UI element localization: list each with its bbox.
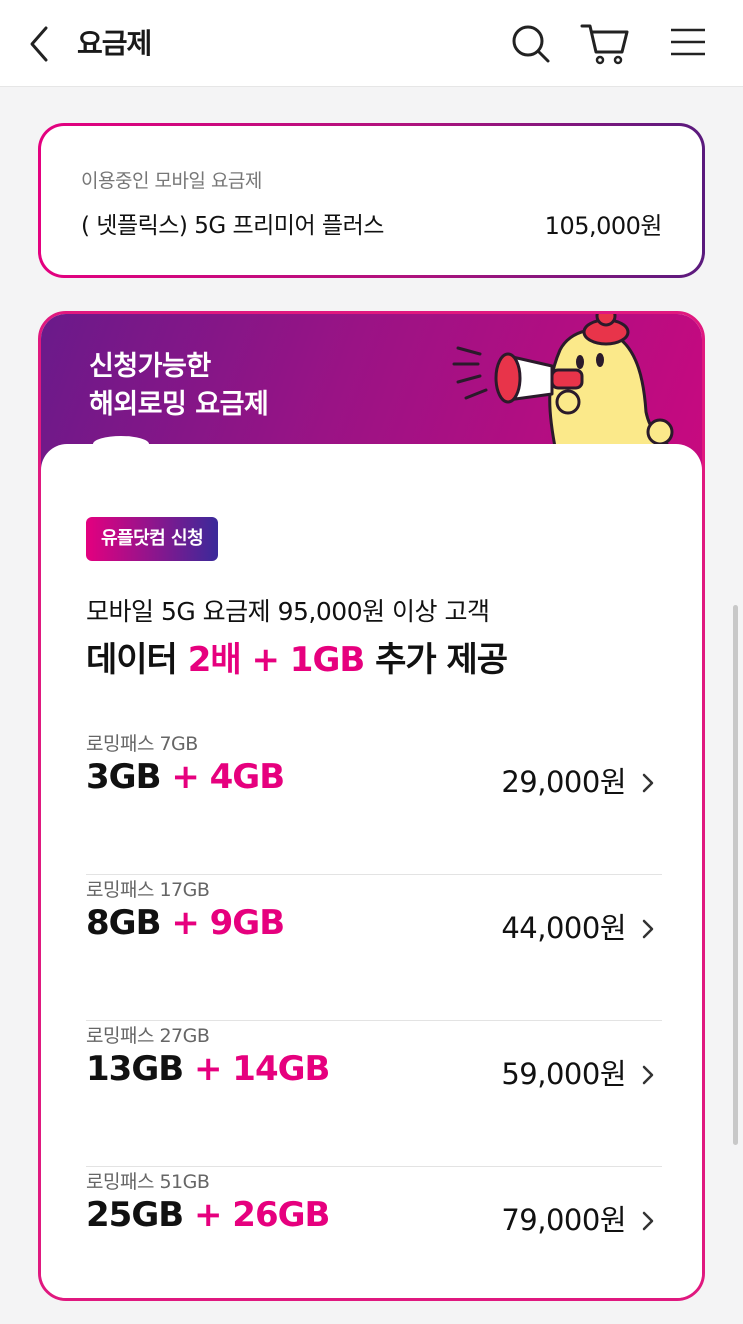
roaming-plan-row[interactable]: 로밍패스 27GB 13GB + 14GB 59,000원 [86, 1021, 662, 1167]
plan-name: 로밍패스 7GB [86, 733, 198, 755]
plan-data-amount: 8GB + 9GB [86, 903, 285, 943]
chevron-right-icon [642, 1211, 654, 1231]
plan-base-data: 13GB [86, 1049, 184, 1089]
plan-data-amount: 13GB + 14GB [86, 1049, 330, 1089]
plan-name: 로밍패스 17GB [86, 879, 210, 901]
plan-data-amount: 3GB + 4GB [86, 757, 285, 797]
promo-headline-highlight: 2배 + 1GB [187, 640, 366, 680]
promo-condition: 모바일 5G 요금제 95,000원 이상 고객 [86, 597, 490, 626]
current-plan-name: ( 넷플릭스) 5G 프리미어 플러스 [81, 213, 384, 239]
content-notch [93, 436, 149, 452]
plan-bonus-data: + 9GB [171, 903, 285, 943]
menu-icon [671, 28, 705, 56]
search-button[interactable] [506, 18, 556, 68]
mascot-megaphone-illustration [452, 314, 681, 452]
roaming-plan-row[interactable]: 로밍패스 7GB 3GB + 4GB 29,000원 [86, 729, 662, 875]
cart-button[interactable] [578, 18, 634, 68]
back-icon [30, 26, 48, 62]
promo-headline-c: 추가 제공 [364, 640, 508, 680]
page-title: 요금제 [77, 27, 152, 60]
search-icon [512, 25, 550, 63]
uplus-apply-badge[interactable]: 유플닷컴 신청 [86, 517, 219, 561]
plan-price: 44,000원 [501, 911, 626, 945]
plan-base-data: 3GB [86, 757, 161, 797]
current-plan-label: 이용중인 모바일 요금제 [81, 170, 262, 192]
plan-base-data: 8GB [86, 903, 161, 943]
roaming-plan-list: 로밍패스 7GB 3GB + 4GB 29,000원 로밍패스 17GB 8GB… [86, 729, 662, 1298]
plan-name: 로밍패스 51GB [86, 1171, 210, 1193]
plan-bonus-data: + 14GB [193, 1049, 330, 1089]
plan-base-data: 25GB [86, 1195, 184, 1235]
plan-price: 79,000원 [501, 1203, 626, 1237]
roaming-plans-card: 신청가능한 해외로밍 요금제 유플닷컴 신청 모바일 5G 요금제 95,000… [38, 311, 705, 1301]
top-header: 요금제 [0, 0, 743, 87]
chevron-right-icon [642, 919, 654, 939]
current-plan-price: 105,000원 [544, 212, 663, 240]
plan-name: 로밍패스 27GB [86, 1025, 210, 1047]
current-plan-card: 이용중인 모바일 요금제 ( 넷플릭스) 5G 프리미어 플러스 105,000… [38, 123, 705, 278]
chevron-right-icon [642, 773, 654, 793]
banner-title: 신청가능한 해외로밍 요금제 [89, 348, 269, 424]
roaming-content: 유플닷컴 신청 모바일 5G 요금제 95,000원 이상 고객 데이터 2배 … [41, 436, 702, 1298]
promo-headline: 데이터 2배 + 1GB 추가 제공 [86, 632, 508, 681]
plan-price: 59,000원 [501, 1057, 626, 1091]
roaming-plan-row[interactable]: 로밍패스 17GB 8GB + 9GB 44,000원 [86, 875, 662, 1021]
back-button[interactable] [22, 22, 62, 66]
promo-headline-a: 데이터 [86, 640, 188, 680]
plan-price: 29,000원 [501, 765, 626, 799]
vertical-scrollbar[interactable] [733, 605, 738, 1145]
plan-bonus-data: + 4GB [171, 757, 285, 797]
banner-line-2: 해외로밍 요금제 [89, 389, 269, 420]
roaming-plan-row[interactable]: 로밍패스 51GB 25GB + 26GB 79,000원 [86, 1167, 662, 1298]
menu-button[interactable] [664, 18, 714, 68]
plan-bonus-data: + 26GB [193, 1195, 330, 1235]
plan-data-amount: 25GB + 26GB [86, 1195, 330, 1235]
banner-line-1: 신청가능한 [89, 351, 211, 382]
current-plan-inner: 이용중인 모바일 요금제 ( 넷플릭스) 5G 프리미어 플러스 105,000… [41, 126, 702, 275]
chevron-right-icon [642, 1065, 654, 1085]
cart-icon [580, 24, 629, 65]
